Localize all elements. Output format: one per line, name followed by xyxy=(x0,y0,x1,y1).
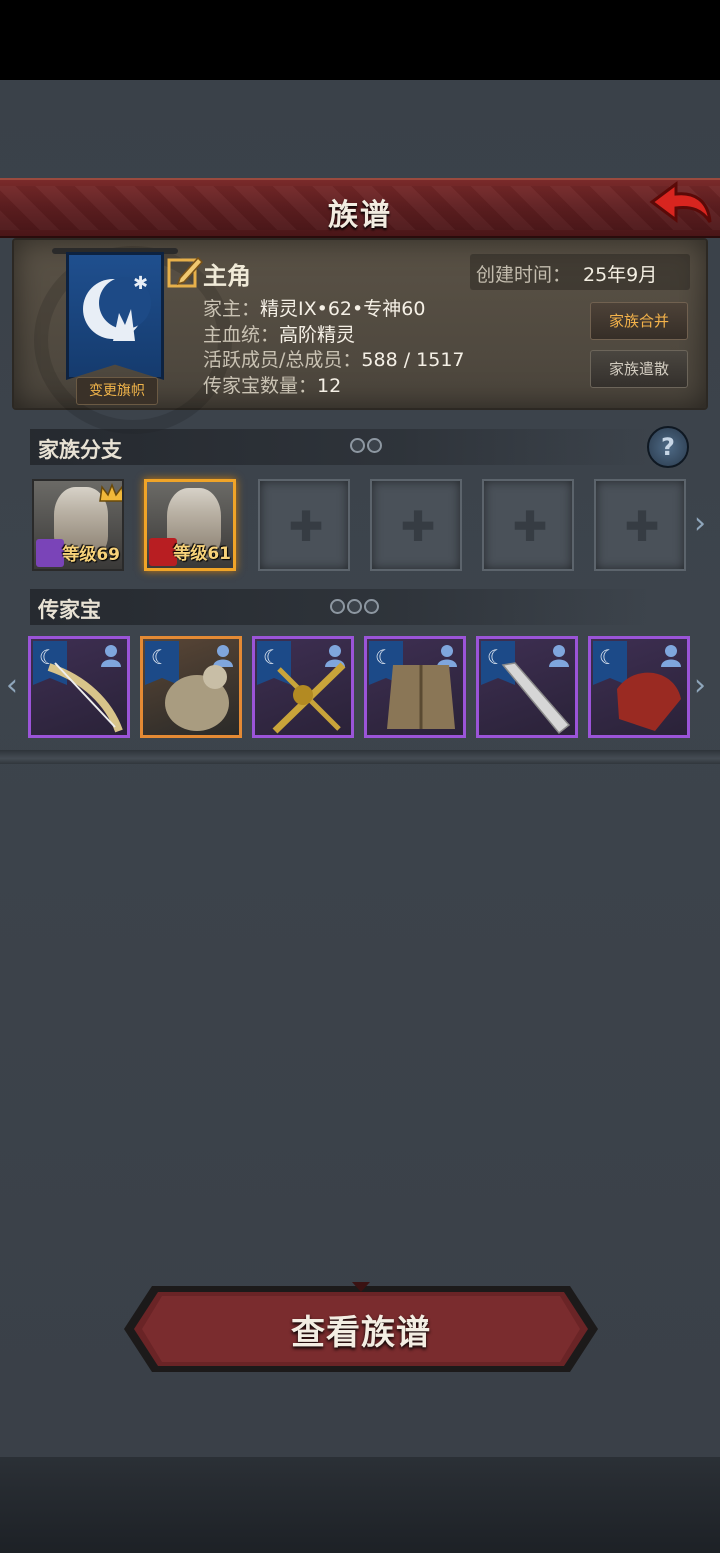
branches-title: 家族分支 xyxy=(38,438,122,462)
page-dot xyxy=(367,438,382,453)
gauntlet-item-icon xyxy=(617,672,681,731)
family-disband-button[interactable]: 家族遣散 xyxy=(590,350,688,388)
family-merge-button[interactable]: 家族合并 xyxy=(590,302,688,340)
members-value: 588 / 1517 xyxy=(361,349,465,371)
chevron-right-icon[interactable]: › xyxy=(694,506,706,541)
armor-item-icon xyxy=(165,665,229,731)
cross-icon: ✚ xyxy=(512,502,548,551)
heirlooms-page-dots xyxy=(330,599,379,614)
cross-icon: ✚ xyxy=(624,502,660,551)
patriarch-row: 家主：精灵IX•62•专神60 xyxy=(203,294,425,321)
page-dot xyxy=(350,438,365,453)
back-arrow-icon[interactable] xyxy=(646,180,714,230)
cross-icon: ✚ xyxy=(400,502,436,551)
chevron-right-icon[interactable]: › xyxy=(694,668,706,703)
bloodline-row: 主血统：高阶精灵 xyxy=(203,320,355,347)
heirloom-slot-2[interactable]: ☾ xyxy=(140,636,242,738)
bow-item-icon xyxy=(47,662,123,733)
status-bar xyxy=(0,0,720,80)
heirloom-count-value: 12 xyxy=(317,375,342,397)
page-title: 族谱 xyxy=(328,198,392,233)
members-label: 活跃成员/总成员： xyxy=(203,349,362,371)
view-genealogy-label: 查看族谱 xyxy=(291,1313,431,1353)
banner-moon-icon: ✱ xyxy=(83,273,151,341)
heirloom-slot-6[interactable]: ☾ xyxy=(588,636,690,738)
class-badge-icon xyxy=(36,539,64,567)
branch-hero-slot-1[interactable]: 等级69 xyxy=(32,479,124,571)
edit-icon[interactable] xyxy=(166,252,204,290)
cross-icon: ✚ xyxy=(288,502,324,551)
heirloom-slot-3[interactable]: ☾ xyxy=(252,636,354,738)
heirloom-slot-5[interactable]: ☾ xyxy=(476,636,578,738)
family-name: 主角 xyxy=(203,262,251,290)
svg-text:✱: ✱ xyxy=(133,273,148,294)
chevron-left-icon[interactable]: ‹ xyxy=(6,668,18,703)
section-divider xyxy=(0,750,720,764)
patriarch-label: 家主： xyxy=(203,298,261,320)
header-ribbon: 族谱 xyxy=(0,178,720,238)
branch-hero-slot-2[interactable]: 等级61 xyxy=(144,479,236,571)
empty-branch-slot[interactable]: ✚ xyxy=(370,479,462,571)
empty-branch-slot[interactable]: ✚ xyxy=(258,479,350,571)
page-dot xyxy=(347,599,362,614)
created-time-label: 创建时间： xyxy=(476,264,572,286)
branches-section-header: 家族分支 xyxy=(30,429,650,465)
family-banner[interactable]: ✱ xyxy=(66,252,164,380)
bloodline-value: 高阶精灵 xyxy=(279,324,356,346)
page-dot xyxy=(364,599,379,614)
page-dot xyxy=(330,599,345,614)
heirloom-slot-1[interactable]: ☾ xyxy=(28,636,130,738)
empty-branch-slot[interactable]: ✚ xyxy=(482,479,574,571)
navigation-bar xyxy=(0,1457,720,1553)
members-row: 活跃成员/总成员：588 / 1517 xyxy=(203,345,465,372)
hero-level: 等级61 xyxy=(173,544,231,564)
help-icon[interactable]: ? xyxy=(647,426,689,468)
hero-level: 等级69 xyxy=(62,545,120,565)
heirloom-slot-4[interactable]: ☾ xyxy=(364,636,466,738)
sword-item-icon xyxy=(501,662,571,735)
chestplate-item-icon xyxy=(387,665,455,729)
empty-branch-slot[interactable]: ✚ xyxy=(594,479,686,571)
change-banner-button[interactable]: 变更旗帜 xyxy=(76,377,158,405)
heirlooms-title: 传家宝 xyxy=(38,598,101,622)
crown-icon xyxy=(99,483,122,502)
heirloom-count-row: 传家宝数量：12 xyxy=(203,371,341,398)
patriarch-value: 精灵IX•62•专神60 xyxy=(260,298,426,320)
branches-page-dots xyxy=(350,438,382,453)
bloodline-label: 主血统： xyxy=(203,324,280,346)
heirloom-count-label: 传家宝数量： xyxy=(203,375,318,397)
staff-item-icon xyxy=(272,662,346,734)
created-time-value: 25年9月 xyxy=(583,264,658,286)
